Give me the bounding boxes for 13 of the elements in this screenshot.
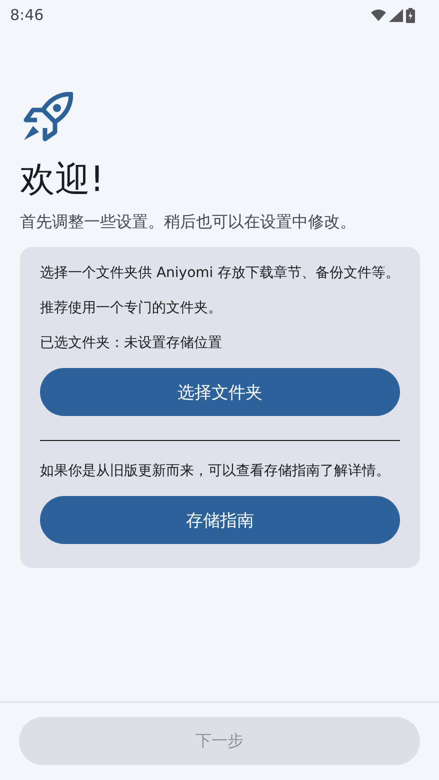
description-text: 已选文件夹：未设置存储位置 (40, 334, 223, 353)
action-button[interactable]: 存储指南 (40, 496, 400, 544)
action-button[interactable]: 选择文件夹 (40, 368, 400, 416)
battery-icon (406, 8, 415, 22)
signal-icon (389, 8, 403, 22)
page-title: 欢迎! (20, 159, 106, 202)
description-text: 选择一个文件夹供 Aniyomi 存放下载章节、备份文件等。 (40, 264, 400, 283)
subtitle-text: 首先调整一些设置。稍后也可以在设置中修改。 (20, 212, 357, 233)
description-text: 推荐使用一个专门的文件夹。 (40, 299, 223, 318)
status-time: 8:46 (10, 6, 44, 24)
rocket-icon (23, 92, 73, 142)
description-text: 如果你是从旧版更新而来，可以查看存储指南了解详情。 (40, 462, 391, 481)
wifi-icon (371, 9, 386, 21)
